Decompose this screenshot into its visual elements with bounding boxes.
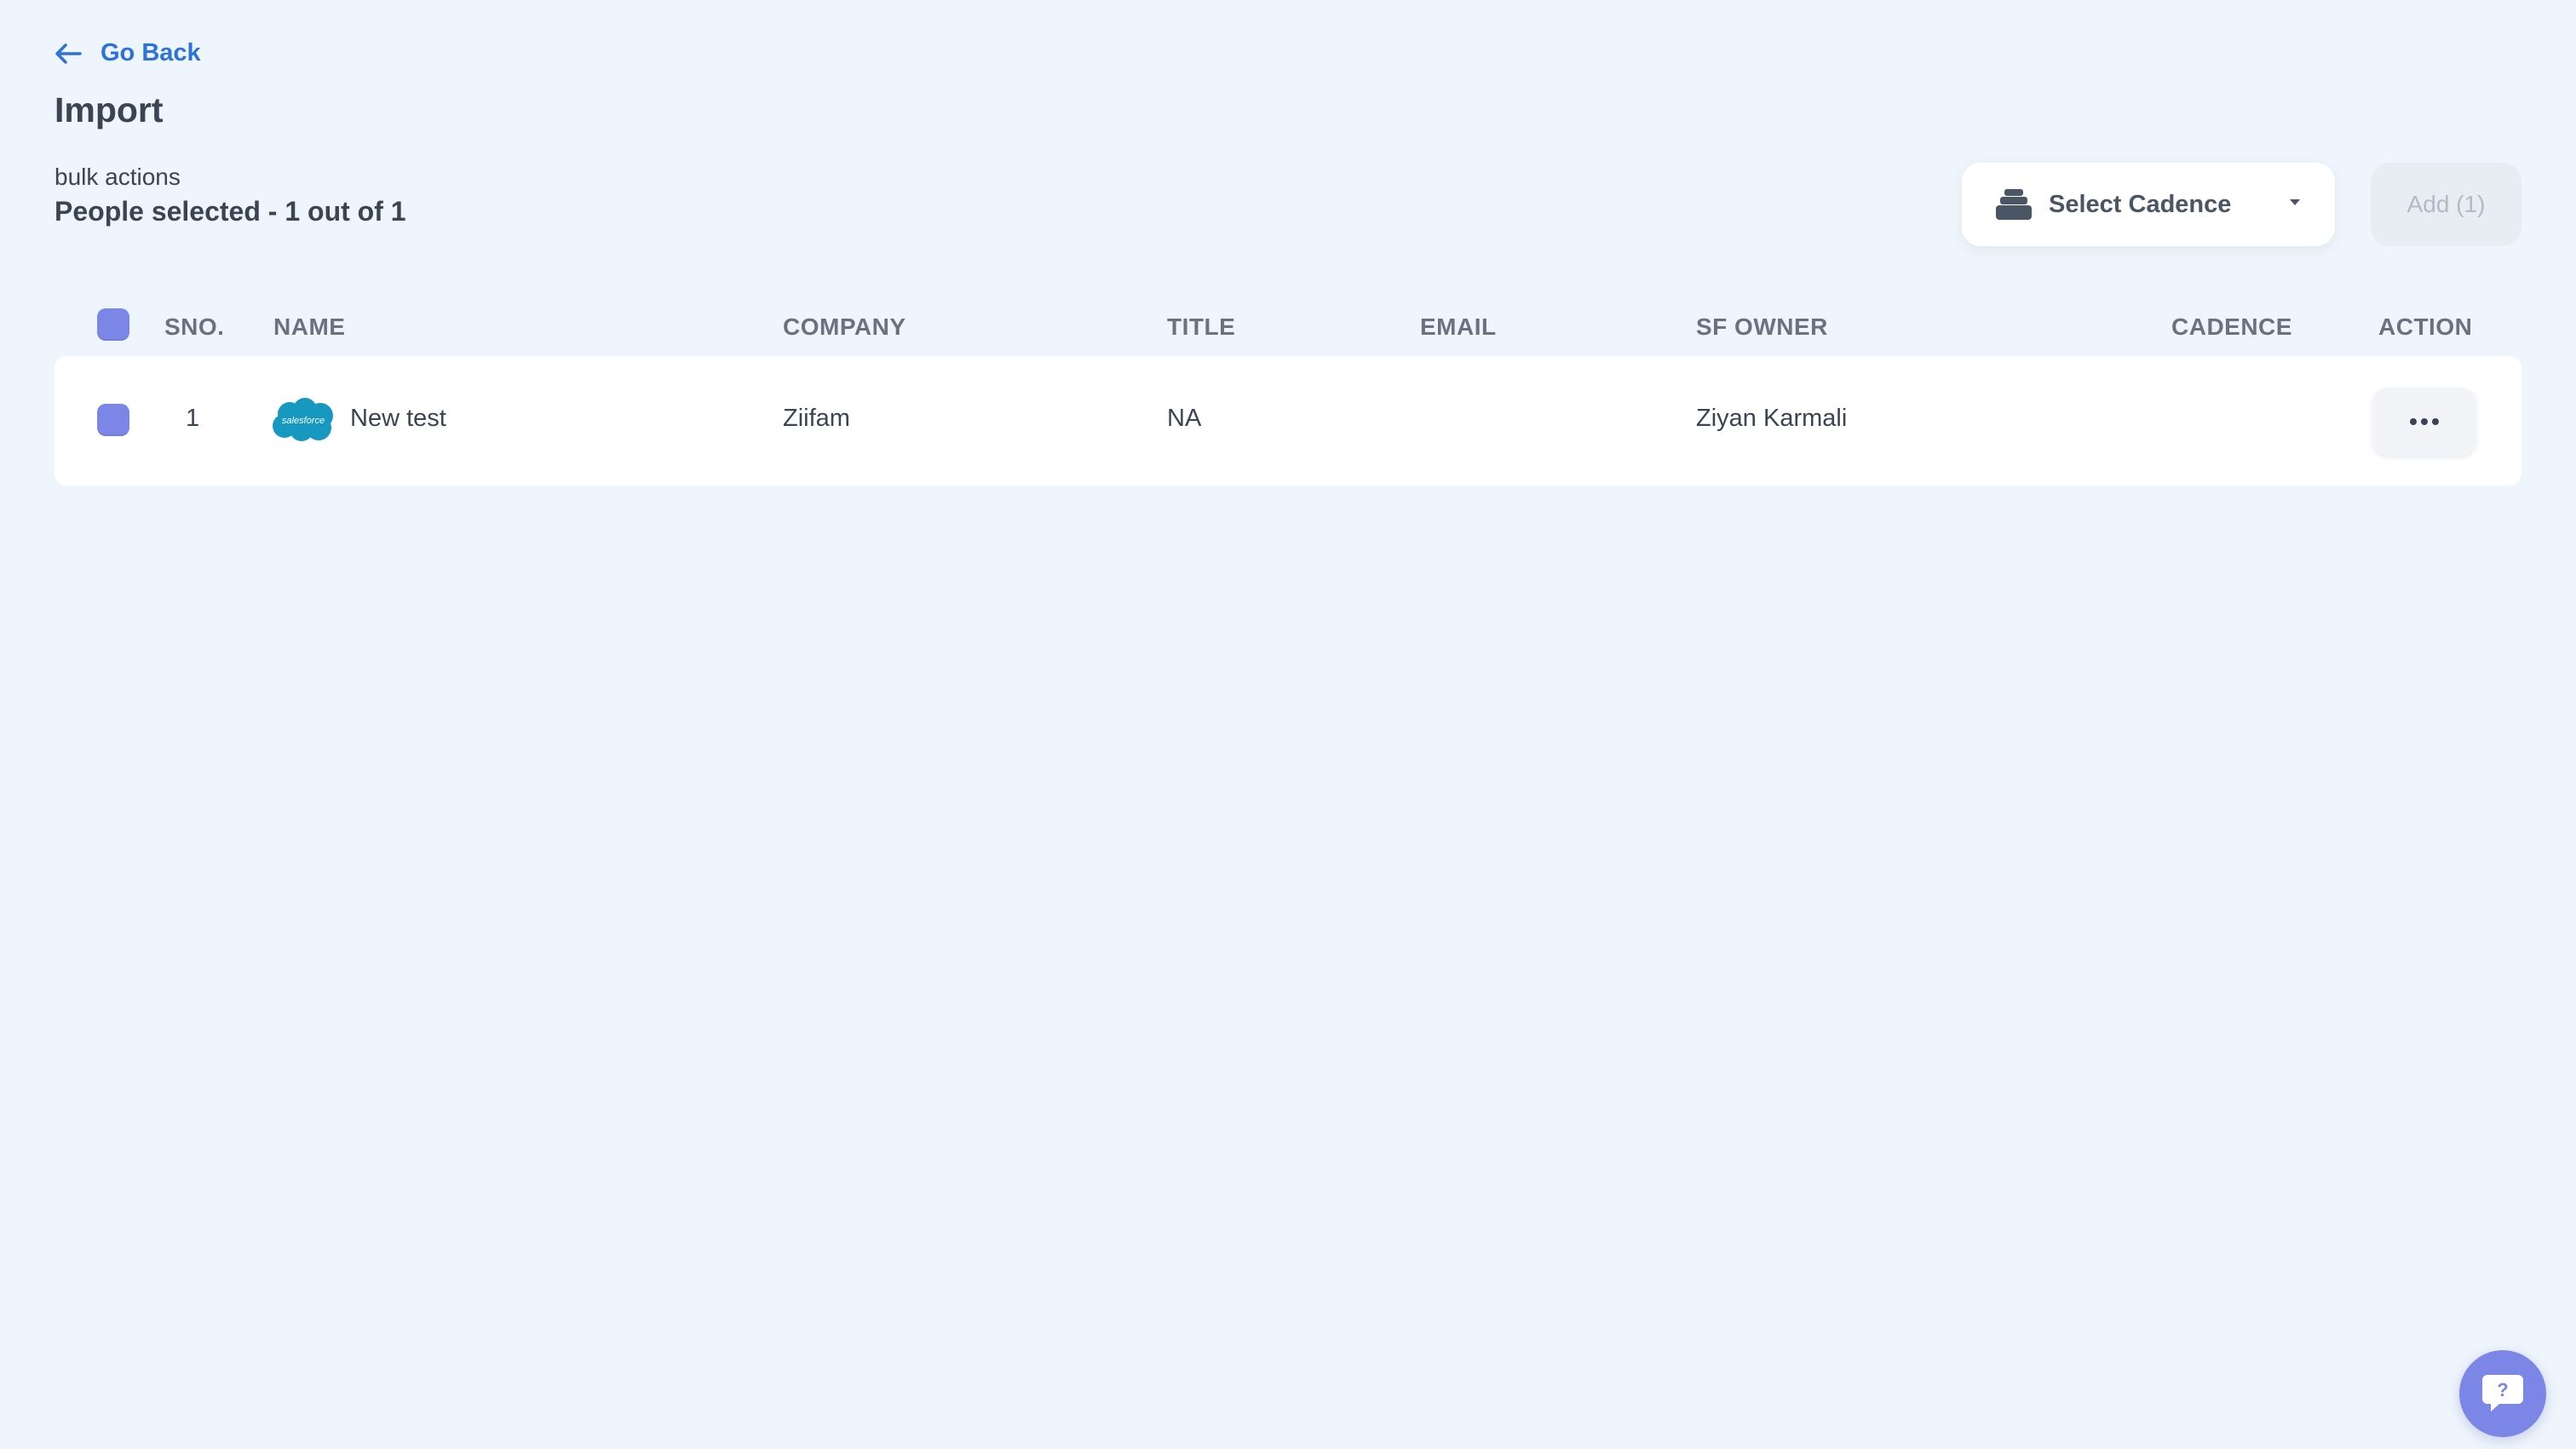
header-title: TITLE (1167, 313, 1236, 340)
go-back-label: Go Back (101, 39, 201, 66)
header-company: COMPANY (783, 313, 906, 340)
header-cadence: CADENCE (2171, 313, 2292, 340)
header-name: NAME (273, 313, 346, 340)
header-sf-owner: SF OWNER (1696, 313, 1828, 340)
header-email: EMAIL (1420, 313, 1497, 340)
go-back-link[interactable]: Go Back (55, 39, 201, 67)
table-row[interactable]: 1 salesforce New test Ziifam NA Ziyan Ka… (55, 356, 2521, 486)
help-chat-icon: ? (2482, 1375, 2523, 1412)
more-horizontal-icon (2410, 418, 2439, 425)
salesforce-icon: salesforce (273, 398, 333, 441)
bulk-actions-label: bulk actions (55, 164, 181, 190)
row-checkbox[interactable] (97, 404, 129, 436)
cell-company: Ziifam (783, 405, 850, 432)
cell-sno: 1 (186, 405, 200, 432)
row-action-button[interactable] (2372, 388, 2476, 456)
cadence-select-label: Select Cadence (2049, 190, 2232, 218)
cadence-select-dropdown[interactable]: Select Cadence (1962, 163, 2335, 246)
table-header: SNO. NAME COMPANY TITLE EMAIL SF OWNER C… (55, 290, 2521, 358)
header-sno: SNO. (164, 313, 225, 340)
select-all-checkbox[interactable] (97, 308, 129, 341)
add-button[interactable]: Add (1) (2371, 163, 2521, 246)
page-title: Import (55, 90, 164, 129)
cell-name[interactable]: New test (350, 405, 446, 433)
cell-sf-owner: Ziyan Karmali (1696, 405, 1848, 432)
table-body: 1 salesforce New test Ziifam NA Ziyan Ka… (55, 356, 2521, 486)
arrow-left-icon (55, 43, 82, 64)
help-chat-button[interactable]: ? (2459, 1350, 2546, 1437)
cell-title: NA (1167, 405, 1202, 432)
salesforce-logo-text: salesforce (282, 416, 325, 426)
selection-summary: People selected - 1 out of 1 (55, 196, 406, 227)
caret-down-icon (2290, 199, 2300, 205)
help-glyph: ? (2497, 1379, 2508, 1400)
header-action: ACTION (2378, 313, 2473, 340)
stack-icon (1996, 189, 2032, 220)
